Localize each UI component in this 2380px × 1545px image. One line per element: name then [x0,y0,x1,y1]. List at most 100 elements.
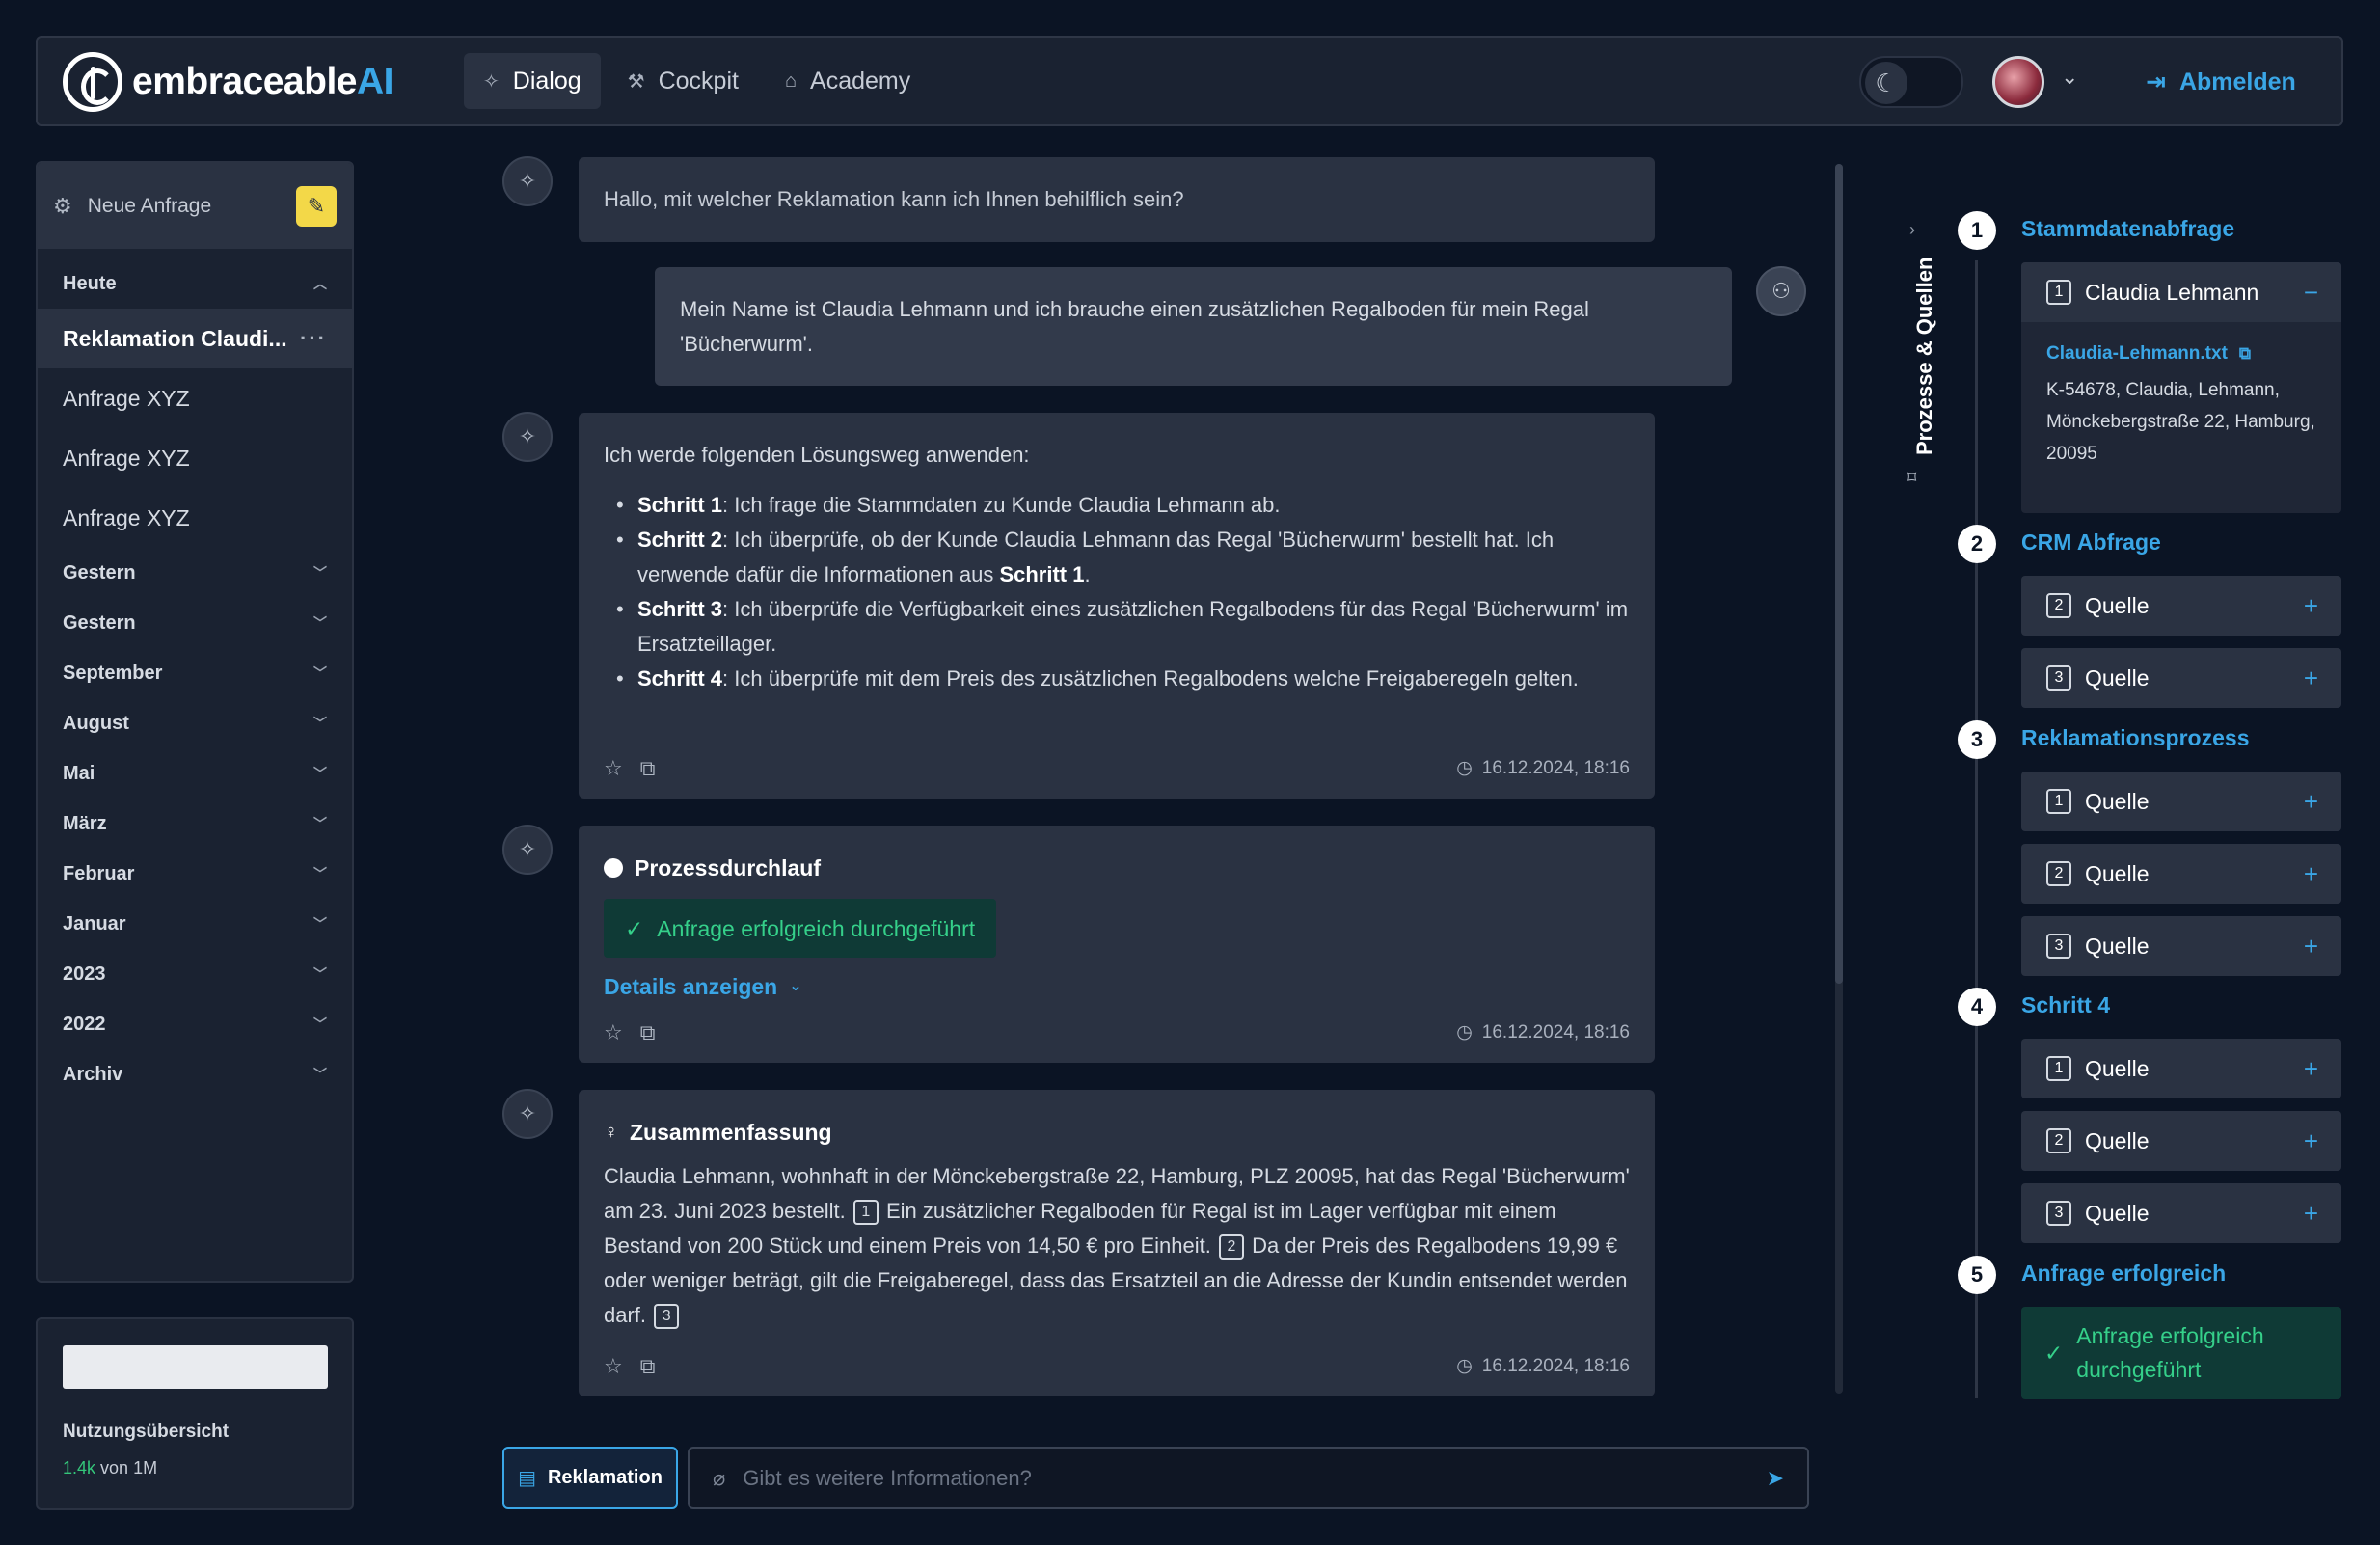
plus-icon[interactable]: + [2304,591,2318,621]
plus-icon[interactable]: + [2304,1126,2318,1156]
source-file-link[interactable]: Claudia-Lehmann.txt ⧉ [2046,343,2341,365]
sidebar-group[interactable]: September ﹀ [38,648,352,698]
tab-dialog-label: Dialog [512,67,581,95]
send-icon[interactable]: ➤ [1767,1466,1784,1491]
plan-steps: Schritt 1: Ich frage die Stammdaten zu K… [604,488,1630,696]
plus-icon[interactable]: + [2304,1199,2318,1229]
source-item[interactable]: 3 Quelle + [2021,1183,2341,1243]
plus-icon[interactable]: + [2304,859,2318,889]
scrollbar-thumb[interactable] [1835,164,1843,984]
logout-icon: ⇥ [2146,68,2166,95]
tab-academy[interactable]: ⌂ Academy [766,53,930,109]
logout-button[interactable]: ⇥ Abmelden [2146,51,2296,113]
sidebar-group-label: August [63,712,129,734]
chevron-down-icon: ﹀ [313,766,327,781]
source-item[interactable]: 2 Quelle + [2021,576,2341,636]
sidebar-group[interactable]: Gestern ﹀ [38,548,352,598]
step-title[interactable]: Stammdatenabfrage [2021,216,2234,242]
step-title[interactable]: Reklamationsprozess [2021,725,2249,751]
user-avatar: ⚇ [1756,266,1806,316]
tab-cockpit[interactable]: ⚒ Cockpit [609,53,758,109]
category-tag-button[interactable]: ▤ Reklamation [502,1447,678,1509]
logo[interactable]: embraceableAI [63,51,393,113]
tab-dialog[interactable]: ✧ Dialog [464,53,601,109]
source-item[interactable]: 3 Quelle + [2021,916,2341,976]
check-circle-icon: ✓ [625,915,644,941]
sparkle-icon: ✧ [483,70,500,93]
source-item[interactable]: 2 Quelle + [2021,844,2341,904]
usage-value: 1.4k von 1M [63,1458,158,1477]
bot-avatar: ✧ [502,412,553,462]
star-icon[interactable]: ☆ [604,1349,623,1384]
sidebar-item[interactable]: Anfrage XYZ [38,368,352,428]
sidebar-group[interactable]: Januar ﹀ [38,899,352,949]
details-link[interactable]: Details anzeigen ⌄ [604,969,1630,1004]
chevron-down-icon[interactable]: ⌄ [2061,65,2078,90]
sidebar-item[interactable]: Anfrage XYZ [38,428,352,488]
chevron-right-icon[interactable]: › [1909,220,1915,240]
process-status-wrap: ✓ Anfrage erfolgreich durchgeführt [604,899,1630,958]
step-title[interactable]: Anfrage erfolgreich [2021,1260,2226,1287]
plan-step: Schritt 3: Ich überprüfe die Verfügbarke… [604,592,1630,662]
moon-icon: ☾ [1865,62,1907,104]
collapse-icon[interactable]: − [2304,278,2318,308]
sidebar-group[interactable]: Mai ﹀ [38,748,352,799]
graduation-cap-icon: ⌂ [784,69,798,92]
sidebar-item[interactable]: Anfrage XYZ [38,488,352,548]
chat-scrollbar[interactable] [1835,164,1843,1394]
wrench-icon: ⚒ [627,70,645,93]
source-item[interactable]: 2 Quelle + [2021,1111,2341,1171]
dark-mode-toggle[interactable]: ☾ [1859,56,1963,108]
source-number: 1 [2046,789,2071,814]
message-input[interactable] [743,1465,1767,1491]
sidebar-group[interactable]: Februar ﹀ [38,849,352,899]
sidebar-group[interactable]: 2022 ﹀ [38,999,352,1049]
source-label: Quelle [2085,1200,2150,1226]
logout-label: Abmelden [2178,68,2296,95]
source-item[interactable]: 1 Quelle + [2021,772,2341,831]
source-content: K-54678, Claudia, Lehmann, Mönckebergstr… [2046,380,2315,464]
sidebar-group-label: Mai [63,762,95,784]
plus-icon[interactable]: + [2304,932,2318,962]
copy-icon[interactable]: ⧉ [640,1016,656,1050]
tag-icon: ⌑ [1907,468,1917,487]
step-title[interactable]: CRM Abfrage [2021,529,2161,556]
bot-message-greeting: Hallo, mit welcher Reklamation kann ich … [579,157,1655,242]
source-label: Quelle [2085,933,2150,959]
source-ref[interactable]: 1 [852,1200,879,1225]
new-request-row[interactable]: ⚙ Neue Anfrage ✎ [38,163,352,249]
star-icon[interactable]: ☆ [604,751,623,786]
sidebar-group[interactable]: 2023 ﹀ [38,949,352,999]
copy-icon[interactable]: ⧉ [640,751,656,786]
step-title[interactable]: Schritt 4 [2021,992,2110,1018]
source-item[interactable]: 1 Quelle + [2021,1039,2341,1098]
sidebar-item-active[interactable]: Reklamation Claudi... ··· [38,309,352,368]
usage-bar [63,1345,328,1389]
plus-icon[interactable]: + [2304,1054,2318,1084]
sidebar-group[interactable]: August ﹀ [38,698,352,748]
sidebar-group[interactable]: Archiv ﹀ [38,1049,352,1099]
source-item[interactable]: 1 Claudia Lehmann − [2021,262,2341,322]
source-ref[interactable]: 3 [654,1304,680,1329]
paperclip-icon[interactable]: ⌀ [713,1466,725,1491]
user-icon: ⚇ [1771,279,1791,303]
plan-step: Schritt 4: Ich überprüfe mit dem Preis d… [604,662,1630,696]
processes-sources-tab[interactable]: Prozesse & Quellen [1912,258,1937,455]
check-circle-icon: ✓ [2044,1340,2064,1366]
new-request-button[interactable]: ✎ [296,185,337,227]
source-item[interactable]: 3 Quelle + [2021,648,2341,708]
plus-icon[interactable]: + [2304,664,2318,693]
chevron-down-icon: ﹀ [313,1067,327,1082]
star-icon[interactable]: ☆ [604,1016,623,1050]
more-icon[interactable]: ··· [300,326,327,351]
clock-icon: ◷ [1456,1022,1473,1043]
chevron-down-icon: ⌄ [789,978,802,994]
sidebar-group-today[interactable]: Heute ︿ [38,258,352,309]
message-input-box: ⌀ ➤ [688,1447,1809,1509]
sidebar-group[interactable]: Gestern ﹀ [38,598,352,648]
avatar[interactable] [1992,56,2044,108]
source-ref[interactable]: 2 [1218,1234,1244,1260]
sidebar-group[interactable]: März ﹀ [38,799,352,849]
plus-icon[interactable]: + [2304,787,2318,817]
copy-icon[interactable]: ⧉ [640,1349,656,1384]
